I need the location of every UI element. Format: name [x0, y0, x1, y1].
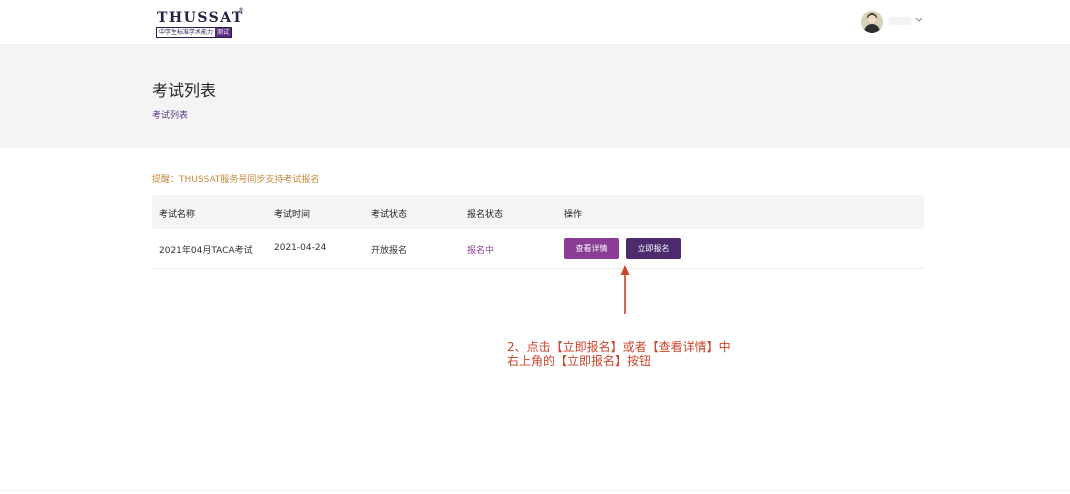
- logo-brand-text: THUSSAT: [157, 10, 244, 26]
- logo-subtitle: 中学生标准学术能力 测试: [156, 27, 233, 38]
- logo-registered-mark: ®: [238, 7, 244, 14]
- chevron-down-icon[interactable]: [914, 14, 924, 24]
- top-header: THUSSAT ® 中学生标准学术能力 测试: [0, 0, 1070, 45]
- instruction-annotation: 2、点击【立即报名】或者【查看详情】中 右上角的【立即报名】按钮: [507, 340, 767, 368]
- exam-name: 2021年04月TACA考试: [159, 246, 253, 256]
- annotation-line-1: 2、点击【立即报名】或者【查看详情】中: [507, 340, 731, 354]
- table-row: 2021年04月TACA考试 2021-04-24 开放报名 报名中 查看详情 …: [152, 195, 924, 269]
- footer-divider: [0, 490, 1070, 491]
- annotation-line-2: 右上角的【立即报名】按钮: [507, 354, 652, 368]
- notice-text: 提醒：THUSSAT服务号同步支持考试报名: [152, 175, 320, 185]
- logo-subtitle-text: 中学生标准学术能力: [159, 29, 214, 36]
- username-redacted[interactable]: [888, 17, 912, 25]
- breadcrumb[interactable]: 考试列表: [152, 108, 188, 121]
- thussat-logo[interactable]: THUSSAT ® 中学生标准学术能力 测试: [156, 7, 246, 40]
- signup-now-button[interactable]: 立即报名: [626, 238, 681, 259]
- exam-date: 2021-04-24: [274, 243, 327, 253]
- exam-status: 开放报名: [371, 246, 408, 256]
- annotation-arrow-icon: [620, 265, 630, 314]
- table-body: 2021年04月TACA考试 2021-04-24 开放报名 报名中 查看详情 …: [152, 195, 924, 269]
- signup-status: 报名中: [467, 246, 495, 256]
- view-details-button[interactable]: 查看详情: [564, 238, 619, 259]
- user-avatar-icon[interactable]: [861, 11, 883, 33]
- page-title: 考试列表: [152, 81, 217, 100]
- logo-subtitle-tag: 测试: [215, 28, 232, 37]
